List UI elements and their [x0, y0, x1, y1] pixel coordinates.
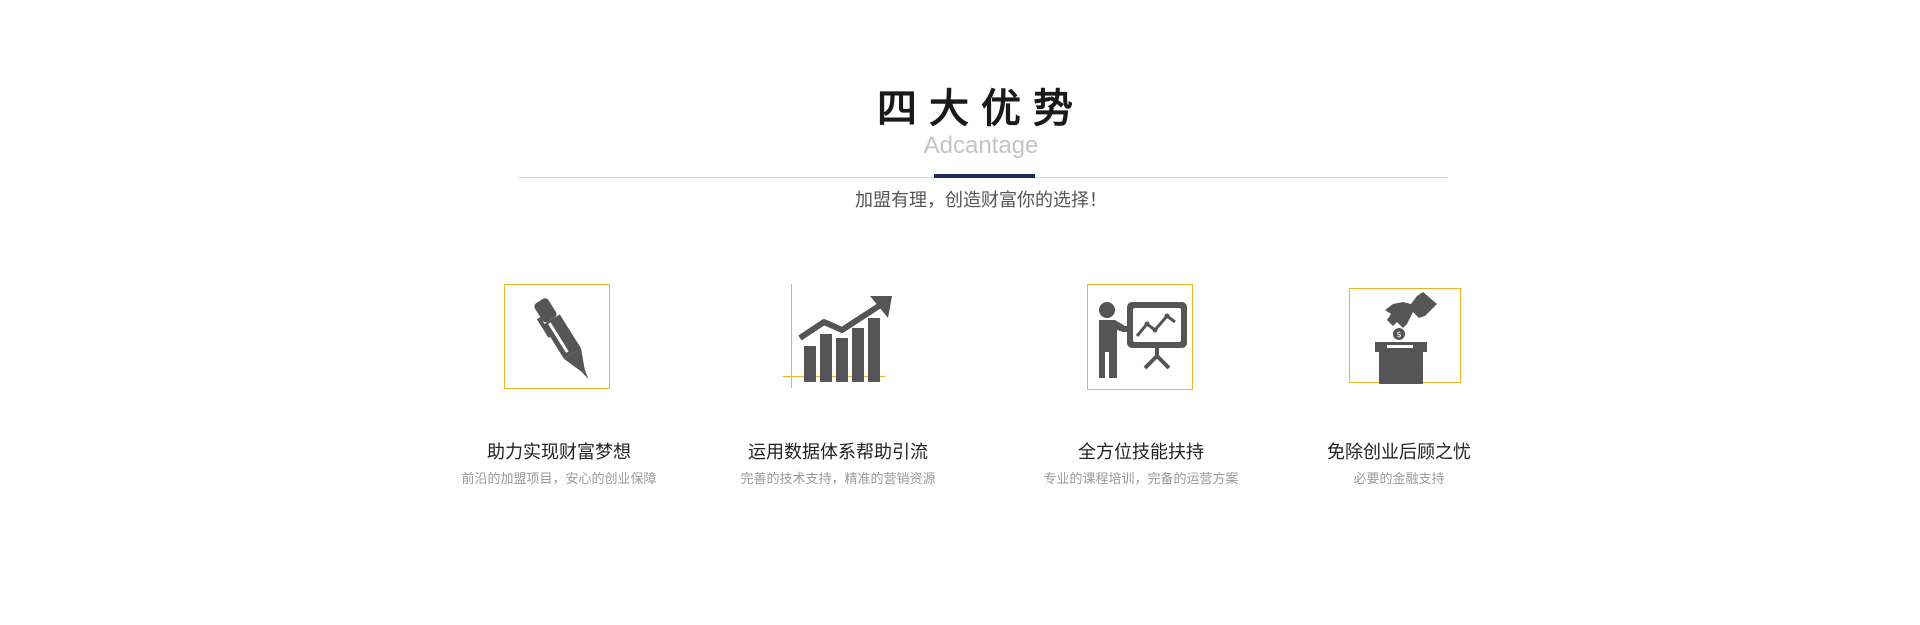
coin-box-icon: $: [1375, 292, 1437, 384]
section-tagline: 加盟有理，创造财富你的选择！: [855, 190, 1107, 211]
advantage-item-2: 运用数据体系帮助引流 完善的技术支持，精准的营销资源: [688, 280, 988, 487]
advantage-item-4: $ 免除创业后顾之忧 必要的金融支持: [1249, 280, 1549, 487]
advantage-desc: 专业的课程培训，完备的运营方案: [1043, 472, 1239, 487]
icon-frame-vertical: [791, 284, 792, 388]
advantages-section: 四大优势 Adcantage 加盟有理，创造财富你的选择！ 助力实现财富梦想 前…: [0, 0, 1920, 625]
advantage-desc: 前沿的加盟项目，安心的创业保障: [461, 472, 657, 487]
pen-icon: [534, 298, 589, 380]
advantage-desc: 完善的技术支持，精准的营销资源: [740, 472, 936, 487]
advantage-item-3: 全方位技能扶持 专业的课程培训，完备的运营方案: [991, 280, 1291, 487]
advantage-title: 全方位技能扶持: [1078, 442, 1204, 463]
section-divider-accent: [934, 174, 1035, 178]
section-title: 四大优势: [877, 86, 1085, 132]
section-subtitle: Adcantage: [923, 132, 1039, 159]
advantage-desc: 必要的金融支持: [1353, 472, 1445, 487]
presentation-icon: [1099, 302, 1187, 378]
advantage-title: 免除创业后顾之忧: [1327, 442, 1471, 463]
svg-text:$: $: [1396, 330, 1401, 339]
advantage-title: 助力实现财富梦想: [487, 442, 631, 463]
advantage-item-1: 助力实现财富梦想 前沿的加盟项目，安心的创业保障: [409, 280, 709, 487]
advantage-title: 运用数据体系帮助引流: [748, 442, 928, 463]
growth-chart-icon: [798, 296, 892, 382]
